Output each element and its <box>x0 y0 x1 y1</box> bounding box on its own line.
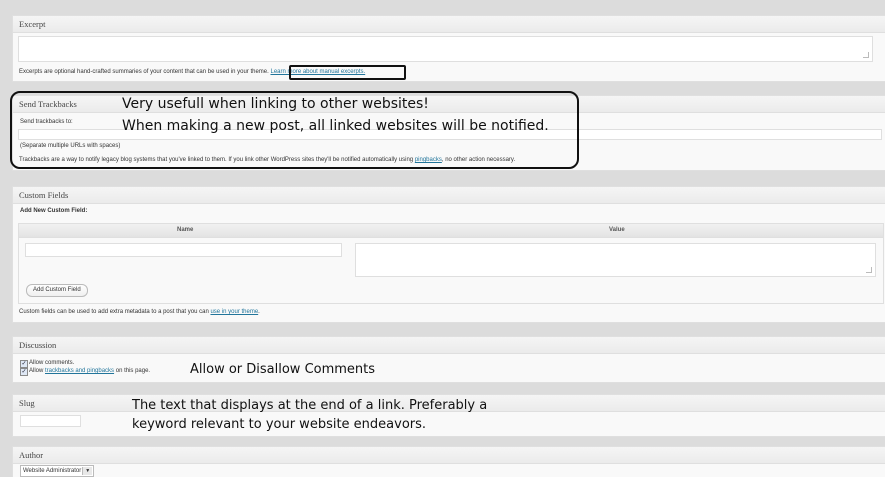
column-header-name: Name <box>177 227 194 233</box>
add-custom-field-button[interactable]: Add Custom Field <box>26 284 88 297</box>
add-new-custom-field-label: Add New Custom Field: <box>20 208 88 214</box>
annotation-slug-line2: keyword relevant to your website endeavo… <box>132 417 427 432</box>
custom-fields-table-header <box>19 224 883 238</box>
custom-field-name-input[interactable] <box>25 243 342 257</box>
custom-fields-table: Name Value Add Custom Field <box>18 223 884 304</box>
author-select[interactable]: Website Administrator ▼ <box>20 465 95 477</box>
excerpt-textarea[interactable] <box>18 36 873 62</box>
annotation-box-excerpt-link <box>289 65 406 80</box>
allow-trackbacks-checkbox[interactable]: ✓ <box>20 368 28 376</box>
excerpt-title[interactable]: Excerpt <box>13 16 885 33</box>
discussion-title[interactable]: Discussion <box>13 337 885 354</box>
resize-grip-icon[interactable] <box>866 267 872 273</box>
custom-fields-title[interactable]: Custom Fields <box>13 187 885 204</box>
custom-fields-help: Custom fields can be used to add extra m… <box>19 309 260 315</box>
author-title[interactable]: Author <box>13 447 885 464</box>
trackbacks-and-pingbacks-link[interactable]: trackbacks and pingbacks <box>45 368 114 374</box>
annotation-slug-line1: The text that displays at the end of a l… <box>132 398 488 413</box>
slug-input[interactable] <box>20 415 81 427</box>
allow-comments-checkbox[interactable]: ✓ <box>20 360 28 368</box>
annotation-discussion: Allow or Disallow Comments <box>190 362 376 377</box>
allow-trackbacks-label[interactable]: Allow trackbacks and pingbacks on this p… <box>29 368 150 374</box>
annotation-trackbacks-line1: Very usefull when linking to other websi… <box>122 96 429 112</box>
allow-comments-label[interactable]: Allow comments. <box>29 360 74 366</box>
author-panel: Author <box>12 446 885 477</box>
resize-grip-icon[interactable] <box>863 52 869 58</box>
discussion-panel: Discussion <box>12 336 885 383</box>
use-in-your-theme-link[interactable]: use in your theme <box>210 309 258 315</box>
chevron-down-icon[interactable]: ▼ <box>82 467 93 475</box>
author-selected-value: Website Administrator <box>23 468 82 474</box>
column-header-value: Value <box>609 227 625 233</box>
annotation-trackbacks-line2: When making a new post, all linked websi… <box>122 118 549 134</box>
custom-field-value-textarea[interactable] <box>355 243 876 277</box>
